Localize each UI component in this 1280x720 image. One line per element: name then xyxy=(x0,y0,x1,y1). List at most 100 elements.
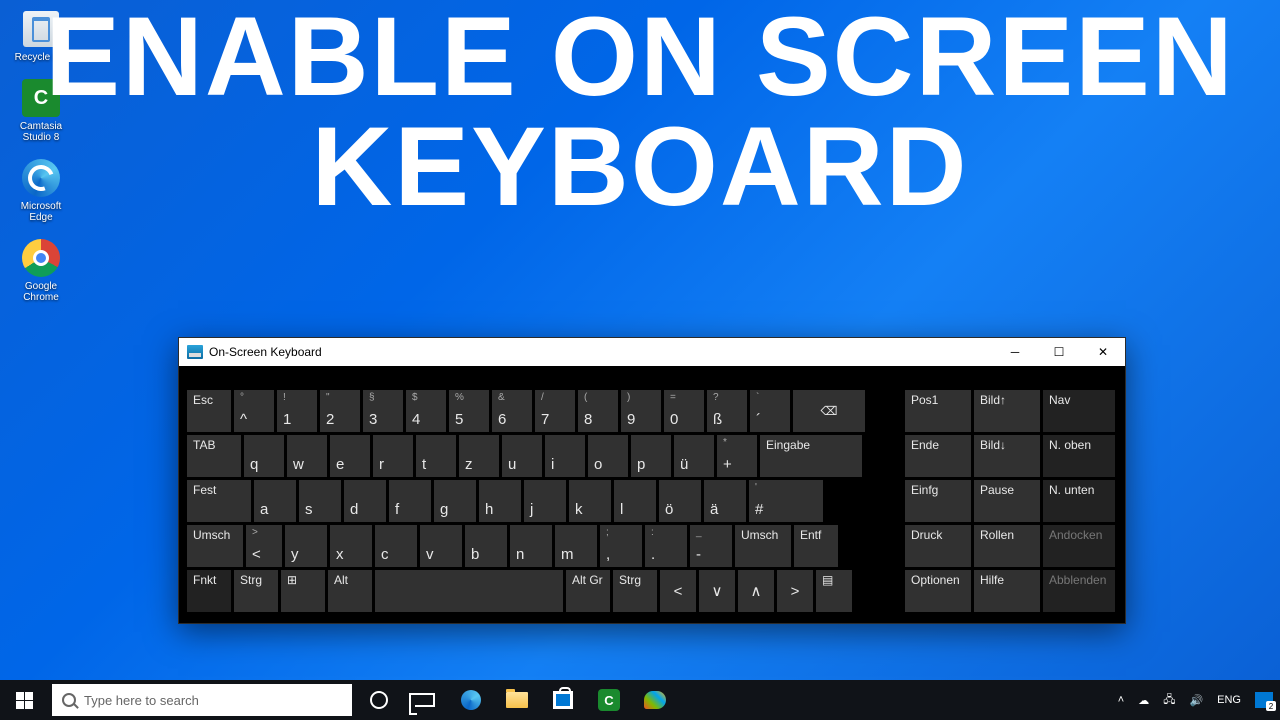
key-f[interactable]: f xyxy=(389,480,431,522)
tray-language[interactable]: ENG xyxy=(1210,680,1248,720)
key-altgr[interactable]: Alt Gr xyxy=(566,570,610,612)
key-r[interactable]: r xyxy=(373,435,413,477)
key-abblenden[interactable]: Abblenden xyxy=(1043,570,1115,612)
key-druck[interactable]: Druck xyxy=(905,525,971,567)
tray-onedrive[interactable]: ☁ xyxy=(1131,680,1156,720)
taskbar-store[interactable] xyxy=(540,680,586,720)
key--[interactable]: `´ xyxy=(750,390,790,432)
key-q[interactable]: q xyxy=(244,435,284,477)
key--[interactable]: ?ß xyxy=(707,390,747,432)
taskbar-edge[interactable] xyxy=(448,680,494,720)
key--[interactable]: ö xyxy=(659,480,701,522)
key-pos1[interactable]: Pos1 xyxy=(905,390,971,432)
key-nav[interactable]: Nav xyxy=(1043,390,1115,432)
key-h[interactable]: h xyxy=(479,480,521,522)
key-u[interactable]: u xyxy=(502,435,542,477)
key-b[interactable]: b xyxy=(465,525,507,567)
key-entf[interactable]: Entf xyxy=(794,525,838,567)
key--[interactable]: ä xyxy=(704,480,746,522)
key-pause[interactable]: Pause xyxy=(974,480,1040,522)
desktop-icon-chrome[interactable]: Google Chrome xyxy=(8,237,74,303)
key-win[interactable]: ⊞ xyxy=(281,570,325,612)
key--[interactable]: '# xyxy=(749,480,823,522)
key-alt-l[interactable]: Alt xyxy=(328,570,372,612)
key-bild-[interactable]: Bild↑ xyxy=(974,390,1040,432)
key-p[interactable]: p xyxy=(631,435,671,477)
maximize-button[interactable]: ☐ xyxy=(1037,338,1081,366)
key-1[interactable]: !1 xyxy=(277,390,317,432)
close-button[interactable]: ✕ xyxy=(1081,338,1125,366)
key--[interactable]: ü xyxy=(674,435,714,477)
key-hilfe[interactable]: Hilfe xyxy=(974,570,1040,612)
taskbar-search[interactable]: Type here to search xyxy=(52,684,352,716)
key--[interactable]: ;, xyxy=(600,525,642,567)
key-j[interactable]: j xyxy=(524,480,566,522)
key-z[interactable]: z xyxy=(459,435,499,477)
key-esc[interactable]: Esc xyxy=(187,390,231,432)
key-optionen[interactable]: Optionen xyxy=(905,570,971,612)
key-bild-[interactable]: Bild↓ xyxy=(974,435,1040,477)
key-a[interactable]: a xyxy=(254,480,296,522)
task-view-button[interactable] xyxy=(402,680,448,720)
key-v[interactable]: v xyxy=(420,525,462,567)
key-4[interactable]: $4 xyxy=(406,390,446,432)
key-8[interactable]: (8 xyxy=(578,390,618,432)
key-7[interactable]: /7 xyxy=(535,390,575,432)
key-up[interactable]: ∧ xyxy=(738,570,774,612)
key-rollen[interactable]: Rollen xyxy=(974,525,1040,567)
key-5[interactable]: %5 xyxy=(449,390,489,432)
key-left[interactable]: < xyxy=(660,570,696,612)
key-x[interactable]: x xyxy=(330,525,372,567)
key-y[interactable]: y xyxy=(285,525,327,567)
taskbar-explorer[interactable] xyxy=(494,680,540,720)
key-menu[interactable]: ▤ xyxy=(816,570,852,612)
taskbar-camtasia[interactable]: C xyxy=(586,680,632,720)
key-s[interactable]: s xyxy=(299,480,341,522)
key-einfg[interactable]: Einfg xyxy=(905,480,971,522)
key-ctrl-r[interactable]: Strg xyxy=(613,570,657,612)
key-c[interactable]: c xyxy=(375,525,417,567)
key-d[interactable]: d xyxy=(344,480,386,522)
start-button[interactable] xyxy=(0,680,48,720)
key-ctrl-l[interactable]: Strg xyxy=(234,570,278,612)
key-down[interactable]: ∨ xyxy=(699,570,735,612)
key-t[interactable]: t xyxy=(416,435,456,477)
key-e[interactable]: e xyxy=(330,435,370,477)
key--[interactable]: °^ xyxy=(234,390,274,432)
key-fest[interactable]: Fest xyxy=(187,480,251,522)
key-backspace[interactable]: ⌫ xyxy=(793,390,865,432)
key-2[interactable]: "2 xyxy=(320,390,360,432)
key-6[interactable]: &6 xyxy=(492,390,532,432)
key--[interactable]: :. xyxy=(645,525,687,567)
key-umsch[interactable]: Umsch xyxy=(735,525,791,567)
key-n[interactable]: n xyxy=(510,525,552,567)
key-l[interactable]: l xyxy=(614,480,656,522)
titlebar[interactable]: On-Screen Keyboard ─ ☐ ✕ xyxy=(179,338,1125,366)
key-n-unten[interactable]: N. unten xyxy=(1043,480,1115,522)
key--[interactable]: *+ xyxy=(717,435,757,477)
key-fn[interactable]: Fnkt xyxy=(187,570,231,612)
tray-notifications[interactable]: 2 xyxy=(1248,680,1280,720)
key-n-oben[interactable]: N. oben xyxy=(1043,435,1115,477)
key-0[interactable]: =0 xyxy=(664,390,704,432)
key-g[interactable]: g xyxy=(434,480,476,522)
cortana-button[interactable] xyxy=(356,680,402,720)
key-eingabe[interactable]: Eingabe xyxy=(760,435,862,477)
key-i[interactable]: i xyxy=(545,435,585,477)
key-tab[interactable]: TAB xyxy=(187,435,241,477)
key-space[interactable] xyxy=(375,570,563,612)
key-umsch[interactable]: Umsch xyxy=(187,525,243,567)
key--[interactable]: _- xyxy=(690,525,732,567)
key-3[interactable]: §3 xyxy=(363,390,403,432)
key--[interactable]: >< xyxy=(246,525,282,567)
key-9[interactable]: )9 xyxy=(621,390,661,432)
key-andocken[interactable]: Andocken xyxy=(1043,525,1115,567)
key-ende[interactable]: Ende xyxy=(905,435,971,477)
key-m[interactable]: m xyxy=(555,525,597,567)
key-k[interactable]: k xyxy=(569,480,611,522)
tray-chevron[interactable]: ˄ xyxy=(1111,680,1131,720)
key-right[interactable]: > xyxy=(777,570,813,612)
tray-volume[interactable]: 🔊 xyxy=(1182,680,1210,720)
minimize-button[interactable]: ─ xyxy=(993,338,1037,366)
key-o[interactable]: o xyxy=(588,435,628,477)
